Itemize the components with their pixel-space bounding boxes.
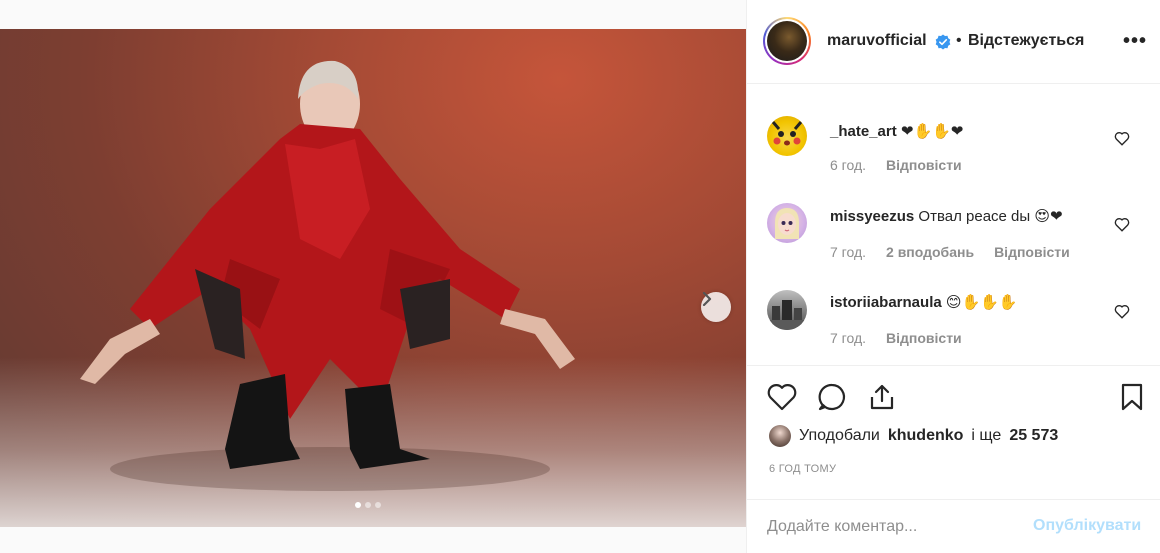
likes-summary: Уподобали khudenko і ще 25 573: [769, 425, 1058, 447]
comment-text: missyeezus Отвал peace dы 😍❤: [830, 207, 1063, 225]
post-photo[interactable]: [0, 29, 746, 527]
share-icon[interactable]: [865, 380, 899, 414]
comment-item: istoriiabarnaula 😊✋✋✋ 7 год. Відповісти: [747, 288, 1160, 348]
comment-meta: 7 год. 2 вподобань Відповісти: [830, 244, 1070, 260]
bottom-strip: [0, 527, 746, 553]
comment-like-heart-icon[interactable]: [1113, 215, 1131, 233]
comment-body: Отвал peace dы: [918, 208, 1031, 225]
carousel-dots: [355, 502, 381, 508]
comment-avatar-image: [775, 208, 799, 239]
comment-avatar-image: [767, 300, 807, 330]
comment-emoji: 😍❤: [1034, 208, 1063, 225]
header-separator: •: [956, 32, 962, 49]
comment-input[interactable]: [767, 514, 1027, 540]
comment-bubble-icon[interactable]: [815, 380, 849, 414]
top-strip: [0, 0, 746, 29]
comment-text: istoriiabarnaula 😊✋✋✋: [830, 293, 1018, 311]
add-comment-bar: Опублікувати: [747, 499, 1160, 553]
comment-avatar[interactable]: [767, 203, 807, 243]
comment-time[interactable]: 7 год.: [830, 244, 866, 260]
comment-username[interactable]: istoriiabarnaula: [830, 294, 942, 311]
comment-emoji: ❤✋✋❤: [900, 123, 964, 140]
photo-figure: [80, 60, 575, 491]
publish-button[interactable]: Опублікувати: [1033, 517, 1141, 535]
follow-status-button[interactable]: Відстежується: [968, 32, 1084, 50]
verified-badge-icon: [935, 34, 951, 50]
next-photo-button[interactable]: [701, 292, 731, 322]
more-options-icon[interactable]: •••: [1123, 30, 1147, 53]
comment-username[interactable]: missyeezus: [830, 208, 914, 225]
comment-item: missyeezus Отвал peace dы 😍❤ 7 год. 2 вп…: [747, 201, 1160, 261]
post-timestamp[interactable]: 6 ГОД ТОМУ: [769, 463, 836, 475]
comment-like-heart-icon[interactable]: [1113, 302, 1131, 320]
save-bookmark-icon[interactable]: [1115, 380, 1149, 414]
comment-text: _hate_art ❤✋✋❤: [830, 122, 963, 140]
chevron-right-icon: [702, 292, 712, 306]
liker-avatar[interactable]: [769, 425, 791, 447]
author-avatar[interactable]: [763, 17, 811, 65]
comment-avatar[interactable]: [767, 116, 807, 156]
likes-prefix: Уподобали: [799, 427, 880, 444]
comment-like-heart-icon[interactable]: [1113, 129, 1131, 147]
comment-likes-count[interactable]: 2 вподобань: [886, 244, 974, 260]
comment-time[interactable]: 7 год.: [830, 330, 866, 346]
comment-username[interactable]: _hate_art: [830, 123, 897, 140]
likes-middle: і ще: [971, 427, 1002, 444]
comment-meta: 6 год. Відповісти: [830, 157, 962, 173]
comment-avatar-image: [771, 121, 803, 146]
carousel-dot-2: [365, 502, 371, 508]
comment-meta: 7 год. Відповісти: [830, 330, 962, 346]
post-side-panel: maruvofficial • Відстежується ••• _hate_…: [746, 0, 1160, 553]
author-username[interactable]: maruvofficial: [827, 32, 927, 50]
carousel-dot-3: [375, 502, 381, 508]
comment-item: _hate_art ❤✋✋❤ 6 год. Відповісти: [747, 114, 1160, 174]
comment-reply-button[interactable]: Відповісти: [994, 244, 1070, 260]
likes-user[interactable]: khudenko: [888, 427, 964, 445]
comment-reply-button[interactable]: Відповісти: [886, 157, 962, 173]
like-heart-icon[interactable]: [765, 380, 799, 414]
comment-time[interactable]: 6 год.: [830, 157, 866, 173]
post-header: maruvofficial • Відстежується •••: [747, 0, 1160, 84]
carousel-dot-1: [355, 502, 361, 508]
comment-reply-button[interactable]: Відповісти: [886, 330, 962, 346]
likes-count[interactable]: 25 573: [1009, 427, 1058, 445]
comment-avatar[interactable]: [767, 290, 807, 330]
comment-emoji: 😊✋✋✋: [945, 294, 1018, 311]
